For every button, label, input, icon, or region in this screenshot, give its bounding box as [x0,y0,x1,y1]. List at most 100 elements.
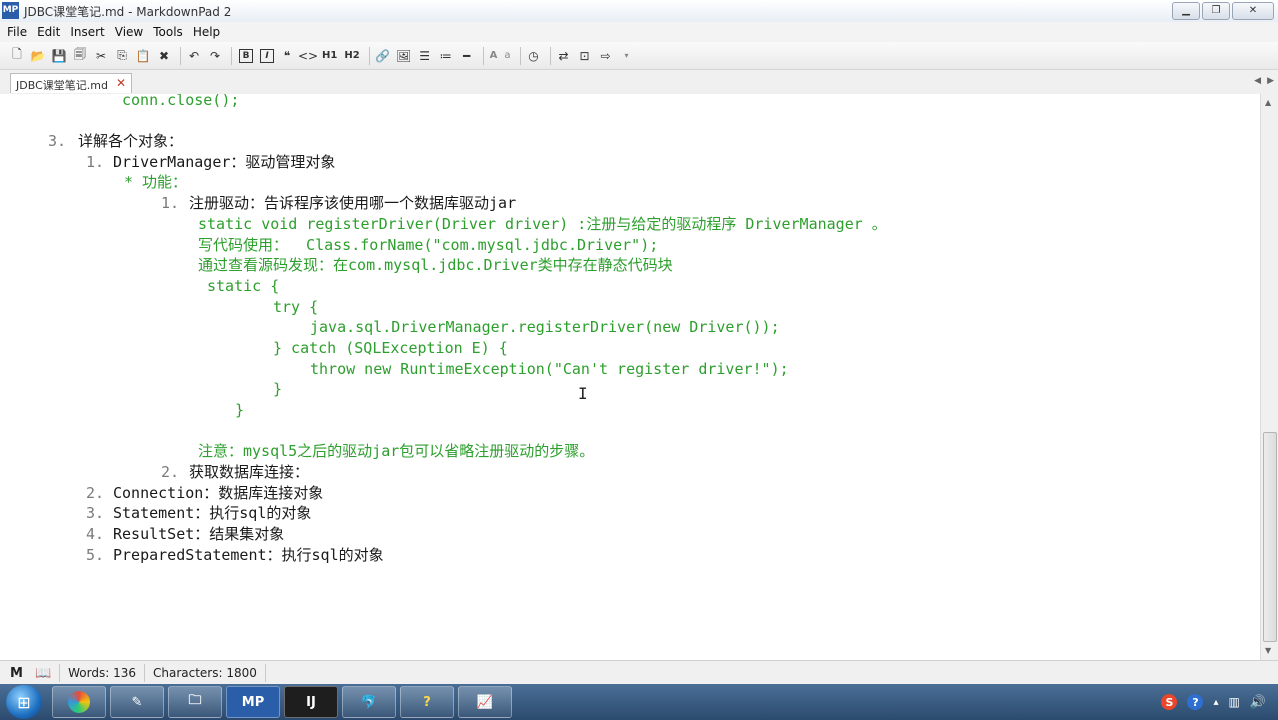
markdown-icon[interactable]: M [10,666,23,681]
taskbar-app-dolphin[interactable]: 🐬 [342,686,396,718]
tab-scroll-right-icon[interactable]: ▶ [1267,76,1274,86]
export-icon[interactable]: ⇨ [597,47,615,65]
editor-line: } [235,401,245,419]
editor-line: 注册驱动：告诉程序该使用哪一个数据库驱动jar [189,194,517,212]
bold-icon[interactable]: B [239,48,253,63]
editor-line: Connection：数据库连接对象 [113,484,324,502]
list-number: 4. [86,525,105,543]
image-icon[interactable]: 🖼 [395,47,413,65]
code-icon[interactable]: <> [298,47,318,65]
save-icon[interactable]: 💾 [50,47,68,65]
font-decrease-button[interactable]: a [502,47,512,65]
editor-line: try { [273,298,319,316]
tab-jdbc-notes[interactable]: JDBC课堂笔记.md ✕ [10,73,132,93]
cut-icon[interactable]: ✂ [92,47,110,65]
close-button[interactable]: ✕ [1232,2,1274,20]
menu-edit[interactable]: Edit [37,25,60,39]
editor-line: conn.close(); [122,94,240,109]
editor-line: * 功能： [124,173,188,191]
scrollbar-thumb[interactable] [1263,432,1277,642]
paste-icon[interactable]: 📋 [134,47,152,65]
pencil-icon: ✎ [131,694,143,710]
scroll-down-icon[interactable]: ▼ [1265,646,1271,655]
toolbar-overflow-icon[interactable]: ▾ [618,47,636,65]
maximize-button[interactable]: ❐ [1202,2,1230,20]
scroll-up-icon[interactable]: ▲ [1265,98,1271,107]
browser-icon [68,691,90,713]
numbered-list-icon[interactable]: ≔ [437,47,455,65]
taskbar-app-help[interactable]: ? [400,686,454,718]
italic-icon[interactable]: I [260,48,274,63]
book-icon[interactable]: 📖 [35,666,51,681]
editor-line: 通过查看源码发现：在com.mysql.jdbc.Driver类中存在静态代码块 [198,256,673,274]
markdown-editor[interactable]: conn.close(); 3. 详解各个对象： 1. DriverManage… [0,94,1260,660]
editor-line: 注意：mysql5之后的驱动jar包可以省略注册驱动的步骤。 [198,442,595,460]
vertical-scrollbar[interactable]: ▲ ▼ [1260,94,1278,660]
status-separator [59,664,61,682]
sync-scroll-icon[interactable]: ⇄ [555,47,573,65]
dolphin-icon: 🐬 [360,694,378,710]
editor-line: 写代码使用： Class.forName("com.mysql.jdbc.Dri… [198,236,659,254]
list-number: 2. [161,463,180,481]
redo-icon[interactable]: ↷ [206,47,224,65]
tab-scroll-left-icon[interactable]: ◀ [1254,76,1261,86]
menu-help[interactable]: Help [193,25,220,39]
window-controls: ▁ ❐ ✕ [1172,2,1274,20]
copy-icon[interactable]: ⎘ [113,47,131,65]
open-folder-icon[interactable]: 📂 [29,47,47,65]
editor-line: java.sql.DriverManager.registerDriver(ne… [310,318,780,336]
status-separator [143,664,145,682]
minimize-button[interactable]: ▁ [1172,2,1200,20]
editor-line: DriverManager：驱动管理对象 [113,153,336,171]
link-icon[interactable]: 🔗 [374,47,392,65]
system-tray: S ? ▴ ▥ 🔊 [1161,684,1278,720]
toolbar-separator [519,46,521,65]
timestamp-icon[interactable]: ◷ [525,47,543,65]
chart-icon: 📈 [476,694,494,710]
editor-line: throw new RuntimeException("Can't regist… [310,360,789,378]
folder-icon: 🗀 [188,693,202,708]
app-icon[interactable]: MP [2,2,19,19]
heading2-button[interactable]: H2 [342,47,361,65]
list-number: 2. [86,484,105,502]
menu-tools[interactable]: Tools [153,25,183,39]
new-document-icon[interactable]: 🗋 [8,47,26,65]
taskbar-app-browser[interactable] [52,686,106,718]
window-title: JDBC课堂笔记.md - MarkdownPad 2 [24,5,232,19]
list-number: 1. [161,194,180,212]
list-number: 3. [48,132,67,150]
editor-line: ResultSet：结果集对象 [113,525,285,543]
tab-close-icon[interactable]: ✕ [116,76,126,90]
taskbar-app-chart[interactable]: 📈 [458,686,512,718]
menu-bar: File Edit Insert View Tools Help [0,22,1278,42]
toolbar-separator [482,46,484,65]
undo-icon[interactable]: ↶ [185,47,203,65]
start-button[interactable]: ⊞ [6,685,42,719]
editor-line: static void registerDriver(Driver driver… [198,215,887,233]
taskbar-app-markdownpad[interactable]: MP [226,686,280,718]
preview-icon[interactable]: ⊡ [576,47,594,65]
menu-insert[interactable]: Insert [70,25,104,39]
volume-icon[interactable]: 🔊 [1250,695,1266,710]
delete-icon[interactable]: ✖ [155,47,173,65]
font-increase-button[interactable]: A [488,47,500,65]
help-tray-icon[interactable]: ? [1187,694,1204,710]
tab-scroll-arrows: ◀ ▶ [1254,76,1274,86]
editor-line: 获取数据库连接： [189,463,310,481]
editor-line: static { [207,277,280,295]
menu-view[interactable]: View [115,25,143,39]
network-icon[interactable]: ▥ [1228,695,1239,709]
list-number: 5. [86,546,105,564]
taskbar-app-explorer[interactable]: 🗀 [168,686,222,718]
heading1-button[interactable]: H1 [320,47,339,65]
taskbar-app-editor[interactable]: ✎ [110,686,164,718]
quote-icon[interactable]: ❝ [278,47,296,65]
ime-icon[interactable]: S [1161,694,1178,710]
save-all-icon[interactable]: 🗐 [71,47,89,65]
bullet-list-icon[interactable]: ☰ [416,47,434,65]
menu-file[interactable]: File [7,25,27,39]
status-bar: M 📖 Words: 136 Characters: 1800 [0,660,1278,685]
tray-expand-icon[interactable]: ▴ [1213,697,1218,708]
horizontal-rule-icon[interactable]: ━ [458,47,476,65]
taskbar-app-intellij[interactable]: IJ [284,686,338,718]
